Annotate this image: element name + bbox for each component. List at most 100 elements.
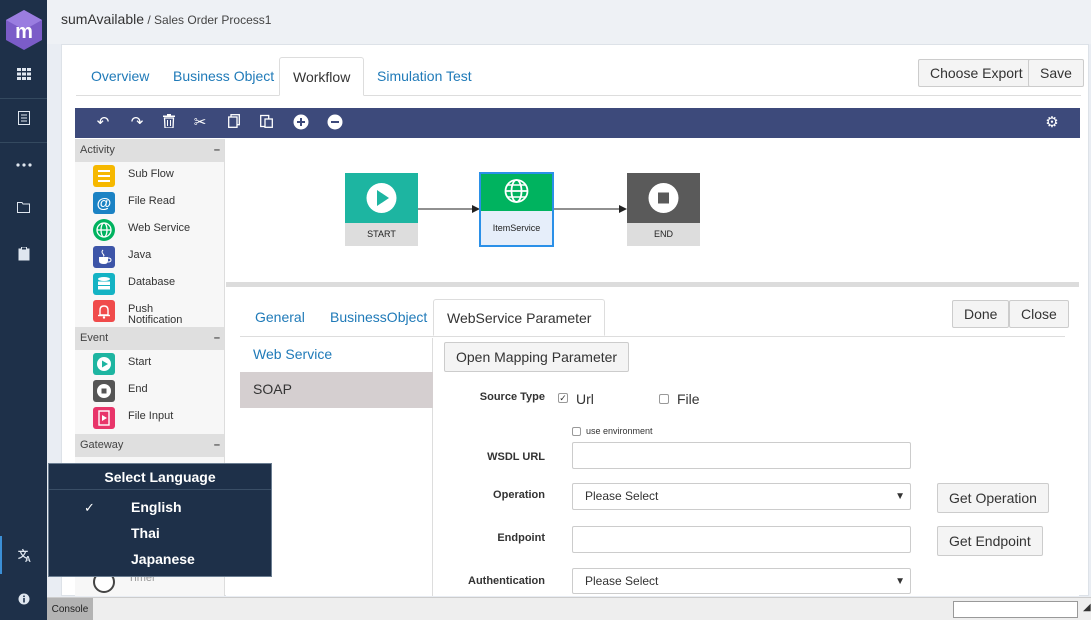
palette-item-label: Database: [128, 276, 176, 288]
url-option-label: Url: [576, 391, 594, 407]
use-environment-checkbox[interactable]: [572, 427, 581, 436]
scissors-icon[interactable]: ✂: [191, 114, 209, 132]
breadcrumb-separator: /: [144, 13, 155, 27]
breadcrumb-process-name: Sales Order Process1: [154, 13, 272, 27]
use-environment-label: use environment: [586, 426, 653, 436]
collapse-icon[interactable]: –: [214, 434, 220, 457]
authentication-selected-value: Please Select: [585, 574, 659, 588]
corner-arrow-icon[interactable]: ◢: [1083, 602, 1091, 613]
trash-icon[interactable]: [160, 114, 178, 132]
tab-businessobject[interactable]: BusinessObject: [317, 299, 440, 336]
endpoint-input[interactable]: [572, 526, 911, 553]
grid-icon[interactable]: [0, 55, 47, 93]
breadcrumb-app-name[interactable]: sumAvailable: [61, 11, 144, 27]
properties-tabs: General BusinessObject WebService Parame…: [240, 299, 1065, 337]
node-itemservice[interactable]: ItemService: [479, 172, 554, 247]
palette-item-label: File Input: [128, 410, 174, 422]
nav-web-service[interactable]: Web Service: [240, 338, 433, 372]
tab-business-object[interactable]: Business Object: [160, 57, 287, 96]
authentication-select[interactable]: Please Select ▼: [572, 568, 911, 594]
palette-item-file-read[interactable]: @ File Read: [93, 190, 223, 216]
undo-icon[interactable]: ↶: [94, 114, 112, 132]
svg-text:@: @: [97, 195, 112, 212]
palette-section-gateway[interactable]: Gateway –: [75, 434, 224, 457]
palette-item-label: File Read: [128, 195, 176, 207]
language-option-thai[interactable]: Thai: [131, 525, 160, 541]
folder-icon[interactable]: [0, 188, 47, 226]
wsdl-url-input[interactable]: [572, 442, 911, 469]
play-icon: [93, 353, 115, 375]
collapse-icon[interactable]: –: [214, 139, 220, 162]
wsdl-url-label: WSDL URL: [487, 451, 545, 463]
palette-section-title: Gateway: [80, 439, 124, 451]
tab-workflow[interactable]: Workflow: [279, 57, 365, 96]
palette-item-database[interactable]: Database: [93, 271, 223, 297]
file-option-label: File: [677, 391, 700, 407]
globe-icon: [93, 219, 115, 241]
bottom-input[interactable]: [953, 601, 1078, 618]
settings-gear-icon[interactable]: ⚙: [1043, 114, 1061, 132]
database-icon: [93, 273, 115, 295]
get-operation-button[interactable]: Get Operation: [937, 483, 1049, 513]
node-start[interactable]: START: [345, 173, 418, 246]
endpoint-label: Endpoint: [497, 532, 545, 544]
workflow-canvas[interactable]: START ItemService END: [226, 139, 1079, 282]
language-option-japanese[interactable]: Japanese: [131, 551, 195, 567]
palette-item-label: Push Notification: [128, 303, 183, 326]
operation-selected-value: Please Select: [585, 489, 659, 503]
palette-item-label: End: [128, 383, 148, 395]
list-icon: [93, 165, 115, 187]
logo-m-icon[interactable]: m: [6, 10, 42, 50]
operation-select[interactable]: Please Select ▼: [572, 483, 911, 510]
zoom-in-icon[interactable]: [292, 114, 310, 132]
svg-text:A: A: [25, 555, 31, 562]
chevron-down-icon: ▼: [895, 576, 905, 587]
done-button[interactable]: Done: [952, 300, 1010, 328]
tab-simulation-test[interactable]: Simulation Test: [364, 57, 485, 96]
palette-item-start[interactable]: Start: [93, 351, 223, 377]
save-button[interactable]: Save: [1028, 59, 1084, 87]
copy-icon[interactable]: [225, 114, 243, 132]
operation-label: Operation: [493, 489, 545, 501]
get-endpoint-button[interactable]: Get Endpoint: [937, 526, 1043, 556]
palette-item-push-notification[interactable]: Push Notification: [93, 298, 223, 326]
zoom-out-icon[interactable]: [326, 114, 344, 132]
language-option-english[interactable]: English: [131, 499, 182, 515]
left-rail: m 文A: [0, 0, 47, 620]
palette-section-event[interactable]: Event –: [75, 327, 224, 350]
tab-overview[interactable]: Overview: [78, 57, 162, 96]
top-header: sumAvailable / Sales Order Process1: [47, 0, 1091, 44]
node-end[interactable]: END: [627, 173, 700, 246]
console-tab[interactable]: Console: [47, 598, 93, 620]
file-checkbox[interactable]: [659, 394, 669, 404]
choose-export-button[interactable]: Choose Export: [918, 59, 1035, 87]
java-cup-icon: [93, 246, 115, 268]
close-button[interactable]: Close: [1009, 300, 1069, 328]
palette-item-file-input[interactable]: File Input: [93, 405, 223, 431]
paste-icon[interactable]: [257, 114, 275, 132]
chevron-down-icon: ▼: [895, 491, 905, 502]
palette-item-end[interactable]: End: [93, 378, 223, 404]
nav-soap[interactable]: SOAP: [240, 372, 433, 408]
palette-item-web-service[interactable]: Web Service: [93, 217, 223, 243]
palette-item-java[interactable]: Java: [93, 244, 223, 270]
collapse-icon[interactable]: –: [214, 327, 220, 350]
dots-icon[interactable]: [0, 146, 47, 184]
palette-section-activity[interactable]: Activity –: [75, 139, 224, 162]
palette-item-label: Java: [128, 249, 152, 261]
info-icon[interactable]: [0, 580, 47, 618]
breadcrumb: sumAvailable / Sales Order Process1: [61, 11, 271, 27]
url-checkbox[interactable]: ✓: [558, 393, 568, 403]
open-mapping-parameter-button[interactable]: Open Mapping Parameter: [444, 342, 630, 372]
palette-item-sub-flow[interactable]: Sub Flow: [93, 163, 223, 189]
node-itemservice-body: [481, 174, 552, 211]
globe-icon: [504, 179, 529, 203]
palette-item-label: Start: [128, 356, 152, 368]
redo-icon[interactable]: ↷: [128, 114, 146, 132]
tab-general[interactable]: General: [242, 299, 318, 336]
clipboard-icon[interactable]: [0, 235, 47, 273]
node-start-body: [345, 173, 418, 223]
tab-webservice-parameter[interactable]: WebService Parameter: [433, 299, 606, 336]
translate-icon[interactable]: 文A: [0, 536, 47, 574]
document-icon[interactable]: [0, 99, 47, 137]
